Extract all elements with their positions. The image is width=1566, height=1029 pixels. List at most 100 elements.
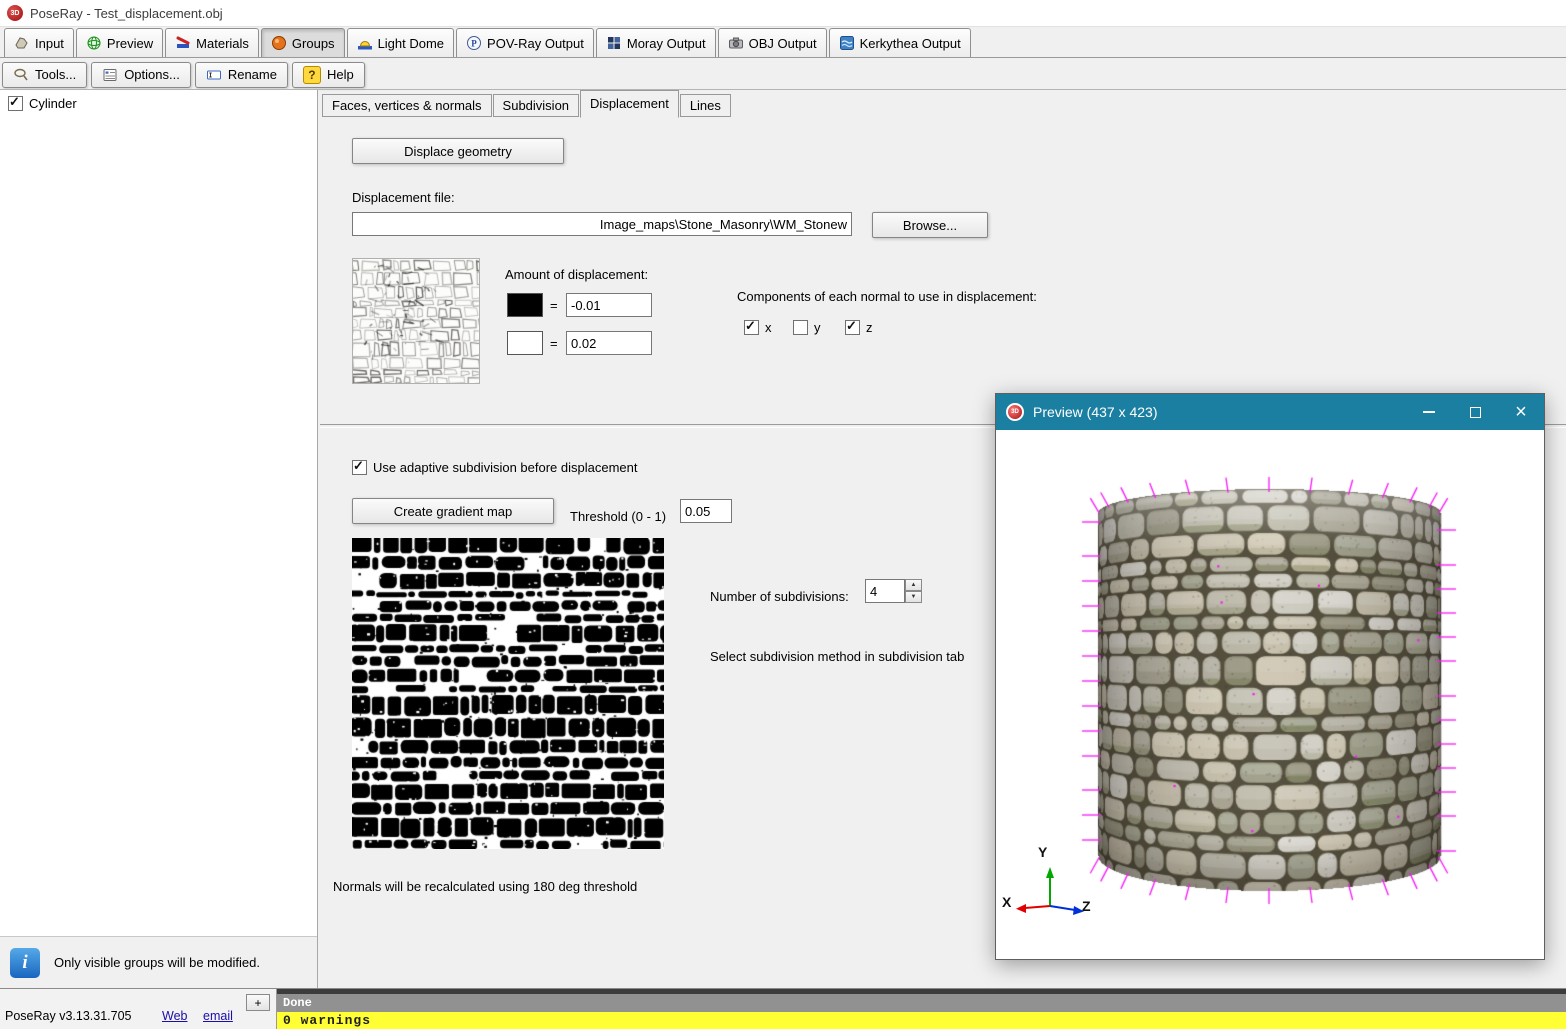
axis-gizmo: [996, 840, 1116, 940]
checkbox-box[interactable]: [744, 320, 759, 335]
component-x-checkbox[interactable]: x: [744, 320, 772, 335]
tab-kerkythea-output[interactable]: Kerkythea Output: [829, 28, 971, 57]
maximize-button[interactable]: [1452, 394, 1498, 430]
tab-light-dome[interactable]: Light Dome: [347, 28, 454, 57]
browse-button[interactable]: Browse...: [872, 212, 988, 238]
tab-label: Materials: [196, 36, 249, 51]
titlebar: 3D PoseRay - Test_displacement.obj: [0, 0, 1566, 27]
group-item-cylinder[interactable]: Cylinder: [0, 90, 317, 111]
options-button[interactable]: Options...: [91, 62, 191, 88]
subtab-displacement[interactable]: Displacement: [580, 90, 679, 118]
displacement-map-thumbnail: [352, 258, 480, 384]
minimize-icon: [1423, 411, 1435, 413]
status-message-area: Done 0 warnings: [277, 989, 1566, 1029]
materials-brush-icon: [175, 35, 191, 51]
subtab-label: Subdivision: [503, 98, 570, 113]
threshold-label: Threshold (0 - 1): [570, 509, 666, 524]
white-level-swatch: [507, 331, 543, 355]
subdivisions-stepper[interactable]: ▲ ▼: [865, 579, 922, 603]
rename-field-icon: [206, 67, 222, 83]
expand-log-button[interactable]: +: [246, 994, 270, 1011]
axis-z-label: Z: [1082, 898, 1091, 914]
email-link[interactable]: email: [203, 1009, 233, 1023]
displacement-file-input[interactable]: [352, 212, 852, 236]
subdivisions-label: Number of subdivisions:: [710, 589, 849, 604]
axis-y-label: Y: [1038, 844, 1047, 860]
groups-panel: Cylinder i Only visible groups will be m…: [0, 90, 318, 988]
checkbox-box[interactable]: [352, 460, 367, 475]
group-label: Cylinder: [29, 96, 77, 111]
tab-groups[interactable]: Groups: [261, 28, 345, 57]
tab-label: Input: [35, 36, 64, 51]
tools-lasso-icon: [13, 67, 29, 83]
moray-grid-icon: [606, 35, 622, 51]
tab-input[interactable]: Input: [4, 28, 74, 57]
component-y-checkbox[interactable]: y: [793, 320, 821, 335]
subtab-faces-vertices-normals[interactable]: Faces, vertices & normals: [322, 94, 492, 117]
groups-sphere-icon: [271, 35, 287, 51]
tools-button[interactable]: Tools...: [2, 62, 87, 88]
displacement-file-label: Displacement file:: [352, 190, 455, 205]
displace-geometry-button[interactable]: Displace geometry: [352, 138, 564, 164]
component-z-checkbox[interactable]: z: [845, 320, 873, 335]
main-tab-bar: Input Preview Materials Groups Light Dom…: [0, 28, 1566, 58]
spin-up-button[interactable]: ▲: [905, 579, 922, 591]
threshold-input[interactable]: [680, 499, 732, 523]
gradient-map-image: [352, 538, 664, 849]
tab-label: POV-Ray Output: [487, 36, 584, 51]
options-button-label: Options...: [124, 67, 180, 82]
tab-label: Groups: [292, 36, 335, 51]
tools-button-label: Tools...: [35, 67, 76, 82]
help-button-label: Help: [327, 67, 354, 82]
tab-povray-output[interactable]: P POV-Ray Output: [456, 28, 594, 57]
preview-window[interactable]: 3D Preview (437 x 423) × Y X Z: [995, 393, 1545, 960]
obj-camera-icon: [728, 35, 744, 51]
tab-label: Moray Output: [627, 36, 706, 51]
poseray-logo-icon: 3D: [7, 5, 23, 21]
tab-label: Kerkythea Output: [860, 36, 961, 51]
checkbox-label: x: [765, 320, 772, 335]
input-icon: [14, 35, 30, 51]
tab-preview[interactable]: Preview: [76, 28, 163, 57]
group-visibility-checkbox[interactable]: [8, 96, 23, 111]
statusbar: PoseRay v3.13.31.705 Web email + Done 0 …: [0, 988, 1566, 1029]
subdivisions-input[interactable]: [865, 579, 905, 603]
preview-window-title: Preview (437 x 423): [1033, 404, 1158, 420]
options-list-icon: [102, 67, 118, 83]
components-label: Components of each normal to use in disp…: [737, 289, 1037, 304]
normals-recalculated-note: Normals will be recalculated using 180 d…: [333, 879, 637, 894]
subtab-subdivision[interactable]: Subdivision: [493, 94, 580, 117]
svg-text:P: P: [471, 39, 477, 49]
create-gradient-map-button[interactable]: Create gradient map: [352, 498, 554, 524]
checkbox-box[interactable]: [793, 320, 808, 335]
groups-panel-footer: i Only visible groups will be modified.: [0, 936, 317, 988]
black-level-swatch: [507, 293, 543, 317]
tab-moray-output[interactable]: Moray Output: [596, 28, 716, 57]
tab-obj-output[interactable]: OBJ Output: [718, 28, 827, 57]
preview-viewport[interactable]: Y X Z: [996, 430, 1544, 959]
web-link[interactable]: Web: [162, 1009, 187, 1023]
subtab-label: Displacement: [590, 96, 669, 111]
checkbox-box[interactable]: [845, 320, 860, 335]
version-text: PoseRay v3.13.31.705: [5, 1009, 131, 1023]
preview-titlebar[interactable]: 3D Preview (437 x 423) ×: [996, 394, 1544, 430]
white-amount-input[interactable]: [566, 331, 652, 355]
status-warnings-bar: 0 warnings: [277, 1012, 1566, 1029]
help-icon: ?: [303, 66, 321, 84]
help-button[interactable]: ? Help: [292, 62, 365, 88]
checkbox-label: Use adaptive subdivision before displace…: [373, 460, 638, 475]
tab-materials[interactable]: Materials: [165, 28, 259, 57]
subdivision-method-note: Select subdivision method in subdivision…: [710, 649, 964, 664]
adaptive-subdivision-checkbox[interactable]: Use adaptive subdivision before displace…: [352, 460, 638, 475]
rename-button[interactable]: Rename: [195, 62, 288, 88]
minimize-button[interactable]: [1406, 394, 1452, 430]
spin-down-button[interactable]: ▼: [905, 591, 922, 603]
close-button[interactable]: ×: [1498, 394, 1544, 430]
checkbox-label: y: [814, 320, 821, 335]
black-amount-input[interactable]: [566, 293, 652, 317]
amount-of-displacement-label: Amount of displacement:: [505, 267, 648, 282]
subtab-lines[interactable]: Lines: [680, 94, 731, 117]
groups-footer-note: Only visible groups will be modified.: [54, 955, 260, 970]
axis-x-label: X: [1002, 894, 1011, 910]
toolbar: Tools... Options... Rename ? Help: [0, 60, 1566, 89]
